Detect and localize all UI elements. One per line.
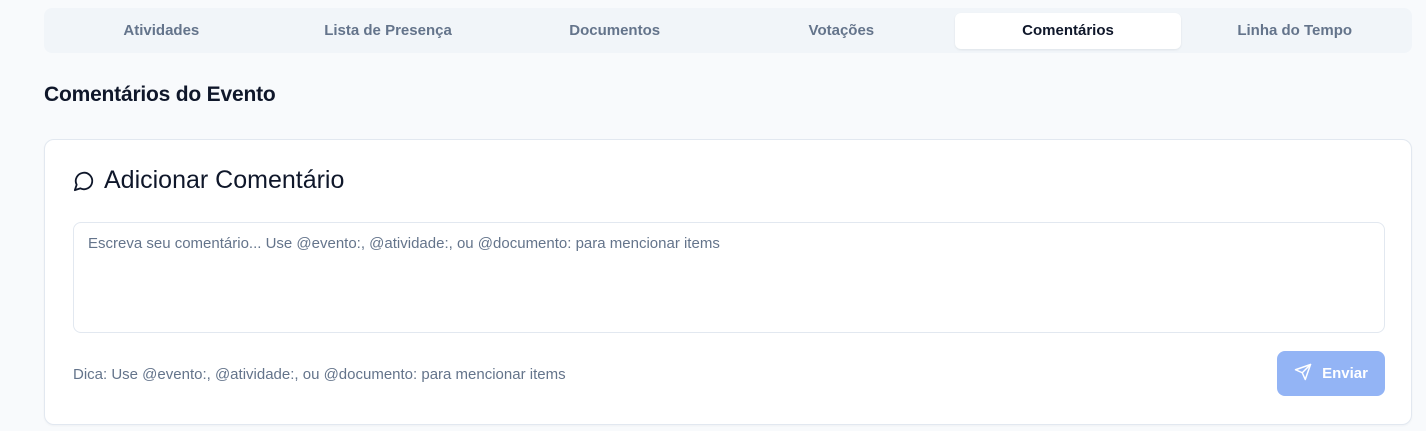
- tab-lista-de-presenca[interactable]: Lista de Presença: [275, 13, 502, 49]
- send-icon: [1294, 363, 1312, 385]
- tab-linha-do-tempo[interactable]: Linha do Tempo: [1181, 13, 1408, 49]
- mention-hint: Dica: Use @evento:, @atividade:, ou @doc…: [73, 366, 566, 383]
- send-button[interactable]: Enviar: [1277, 351, 1385, 396]
- tab-atividades[interactable]: Atividades: [48, 13, 275, 49]
- send-button-label: Enviar: [1322, 365, 1368, 382]
- add-comment-card: Adicionar Comentário Dica: Use @evento:,…: [44, 139, 1412, 425]
- tab-documentos[interactable]: Documentos: [501, 13, 728, 49]
- card-header: Adicionar Comentário: [73, 166, 344, 195]
- tab-comentarios[interactable]: Comentários: [954, 12, 1182, 49]
- card-title: Adicionar Comentário: [104, 166, 345, 194]
- event-tabs: Atividades Lista de Presença Documentos …: [44, 8, 1412, 53]
- message-circle-icon: [73, 170, 95, 192]
- comment-textarea[interactable]: [73, 222, 1385, 333]
- section-title: Comentários do Evento: [44, 83, 276, 106]
- tab-votacoes[interactable]: Votações: [728, 13, 955, 49]
